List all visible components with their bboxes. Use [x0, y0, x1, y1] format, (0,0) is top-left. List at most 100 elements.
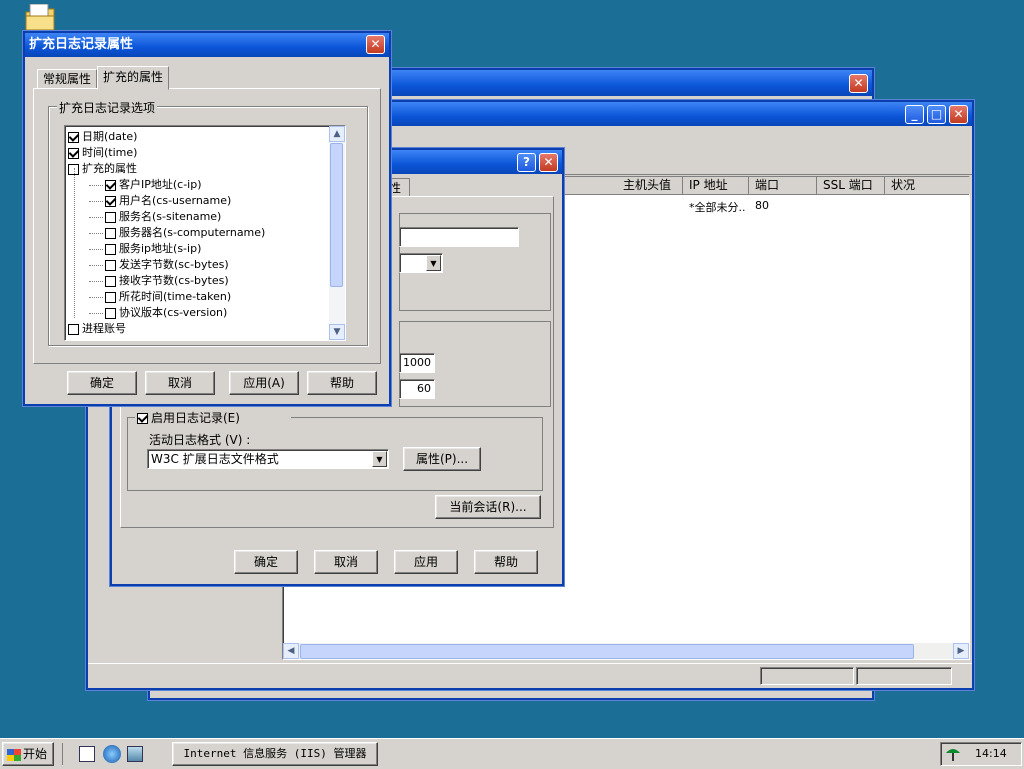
- tab-extended[interactable]: 扩充的属性: [97, 66, 169, 90]
- check-icon[interactable]: [137, 413, 148, 424]
- tree-item[interactable]: 接收字节数(cs-bytes): [89, 273, 229, 289]
- checkbox-icon[interactable]: [105, 291, 116, 303]
- checkbox-icon[interactable]: [68, 131, 79, 143]
- col-host[interactable]: 主机头值: [617, 177, 683, 194]
- tree-item-label: 接收字节数(cs-bytes): [119, 274, 229, 287]
- description-input[interactable]: [399, 227, 519, 247]
- ok-button[interactable]: 确定: [234, 550, 298, 574]
- timeout-input[interactable]: 60: [399, 379, 435, 399]
- log-format-value: W3C 扩展日志文件格式: [151, 452, 279, 466]
- v-scrollbar[interactable]: ▲ ▼: [329, 126, 345, 340]
- tree-item-label: 客户IP地址(c-ip): [119, 178, 202, 191]
- tree-item[interactable]: 进程账号: [68, 321, 126, 337]
- tree-vertical-line: [74, 168, 75, 318]
- close-icon[interactable]: ✕: [949, 105, 968, 124]
- close-icon[interactable]: ✕: [366, 35, 385, 54]
- browser-icon[interactable]: [103, 745, 121, 763]
- tree-item-label: 扩充的属性: [82, 162, 137, 175]
- system-tray: 14:14: [940, 742, 1022, 766]
- tab-general[interactable]: 常规属性: [37, 69, 97, 89]
- checkbox-icon[interactable]: [105, 243, 116, 255]
- tree-connector: [89, 232, 103, 234]
- scroll-up-icon[interactable]: ▲: [329, 126, 345, 142]
- options-tree[interactable]: 日期(date) 时间(time) 扩充的属性客户IP地址(c-ip) 用户名(cs-…: [64, 125, 346, 341]
- chevron-down-icon[interactable]: ▼: [372, 451, 387, 467]
- tree-connector: [89, 296, 103, 298]
- status-pane-1: [760, 667, 854, 685]
- maximize-icon[interactable]: □: [927, 105, 946, 124]
- tree-item[interactable]: 用户名(cs-username): [89, 193, 231, 209]
- tree-item[interactable]: 扩充的属性: [68, 161, 137, 177]
- tree-item-label: 服务器名(s-computername): [119, 226, 266, 239]
- checkbox-icon[interactable]: [68, 147, 79, 159]
- tree-item[interactable]: 发送字节数(sc-bytes): [89, 257, 229, 273]
- checkbox-icon[interactable]: [68, 323, 79, 335]
- tree-item[interactable]: 服务名(s-sitename): [89, 209, 221, 225]
- tree-connector: [89, 184, 103, 186]
- col-port[interactable]: 端口: [749, 177, 817, 194]
- close-icon[interactable]: ✕: [539, 153, 558, 172]
- scroll-down-icon[interactable]: ▼: [329, 324, 345, 340]
- explorer-icon[interactable]: [127, 746, 143, 762]
- checkbox-icon[interactable]: [105, 227, 116, 239]
- enable-logging-checkbox[interactable]: 启用日志记录(E): [135, 409, 291, 427]
- help-icon[interactable]: ?: [517, 153, 536, 172]
- tree-item[interactable]: 服务ip地址(s-ip): [89, 241, 201, 257]
- help-button[interactable]: 帮助: [307, 371, 377, 395]
- checkbox-icon[interactable]: [105, 307, 116, 319]
- taskbar: 开始 Internet 信息服务 (IIS) 管理器 14:14: [0, 738, 1024, 769]
- h-scroll-thumb[interactable]: [300, 644, 914, 659]
- ok-button[interactable]: 确定: [67, 371, 137, 395]
- col-ip[interactable]: IP 地址: [683, 177, 749, 194]
- ext-dialog-title: 扩充日志记录属性: [29, 37, 134, 52]
- format-label: 活动日志格式 (V) :: [149, 433, 251, 447]
- enable-logging-label: 启用日志记录(E): [151, 411, 240, 425]
- start-label: 开始: [23, 747, 48, 761]
- tree-item[interactable]: 时间(time): [68, 145, 137, 161]
- cancel-button[interactable]: 取消: [314, 550, 378, 574]
- row-port[interactable]: 80: [755, 199, 769, 212]
- scroll-right-icon[interactable]: ▶: [953, 643, 969, 659]
- tab-page: 扩充日志记录选项 日期(date) 时间(time) 扩充的属性 客户IP地址(c-i…: [33, 88, 381, 364]
- col-status[interactable]: 状况: [885, 177, 971, 194]
- tree-item[interactable]: 协议版本(cs-version): [89, 305, 227, 321]
- tree-item[interactable]: 服务器名(s-computername): [89, 225, 265, 241]
- taskbar-task-iis[interactable]: Internet 信息服务 (IIS) 管理器: [172, 742, 378, 766]
- tree-connector: [89, 264, 103, 266]
- current-sessions-button[interactable]: 当前会话(R)...: [435, 495, 541, 519]
- log-format-select[interactable]: W3C 扩展日志文件格式 ▼: [147, 449, 389, 469]
- minimize-icon[interactable]: _: [905, 105, 924, 124]
- checkbox-icon[interactable]: [105, 211, 116, 223]
- h-scrollbar[interactable]: ◀ ▶: [283, 643, 969, 659]
- start-button[interactable]: 开始: [2, 742, 54, 766]
- ip-combo[interactable]: ▼: [399, 253, 443, 273]
- windows-logo-icon: [7, 748, 21, 761]
- close-icon[interactable]: ✕: [849, 74, 868, 93]
- properties-button[interactable]: 属性(P)...: [403, 447, 481, 471]
- apply-button[interactable]: 应用: [394, 550, 458, 574]
- tree-item[interactable]: 客户IP地址(c-ip): [89, 177, 202, 193]
- scroll-left-icon[interactable]: ◀: [283, 643, 299, 659]
- checkbox-icon[interactable]: [105, 195, 116, 207]
- tree-item[interactable]: 日期(date): [68, 129, 137, 145]
- row-ip[interactable]: *全部未分..: [689, 199, 746, 215]
- tree-item-label: 用户名(cs-username): [119, 194, 232, 207]
- col-ssl[interactable]: SSL 端口: [817, 177, 885, 194]
- checkbox-icon[interactable]: [105, 259, 116, 271]
- checkbox-icon[interactable]: [105, 275, 116, 287]
- chevron-down-icon[interactable]: ▼: [426, 255, 441, 271]
- folder-icon[interactable]: [24, 3, 56, 32]
- checkbox-icon[interactable]: [105, 179, 116, 191]
- network-icon[interactable]: [945, 746, 961, 762]
- connections-input[interactable]: 1000: [399, 353, 435, 373]
- help-button[interactable]: 帮助: [474, 550, 538, 574]
- show-desktop-icon[interactable]: [79, 746, 95, 762]
- apply-button[interactable]: 应用(A): [229, 371, 299, 395]
- ext-titlebar: 扩充日志记录属性: [25, 33, 389, 57]
- v-scroll-thumb[interactable]: [330, 143, 343, 287]
- tree-item[interactable]: 所花时间(time-taken): [89, 289, 231, 305]
- clock: 14:14: [975, 747, 1007, 760]
- cancel-button[interactable]: 取消: [145, 371, 215, 395]
- tree-item-label: 进程账号: [82, 322, 126, 335]
- tree-item-label: 服务名(s-sitename): [119, 210, 222, 223]
